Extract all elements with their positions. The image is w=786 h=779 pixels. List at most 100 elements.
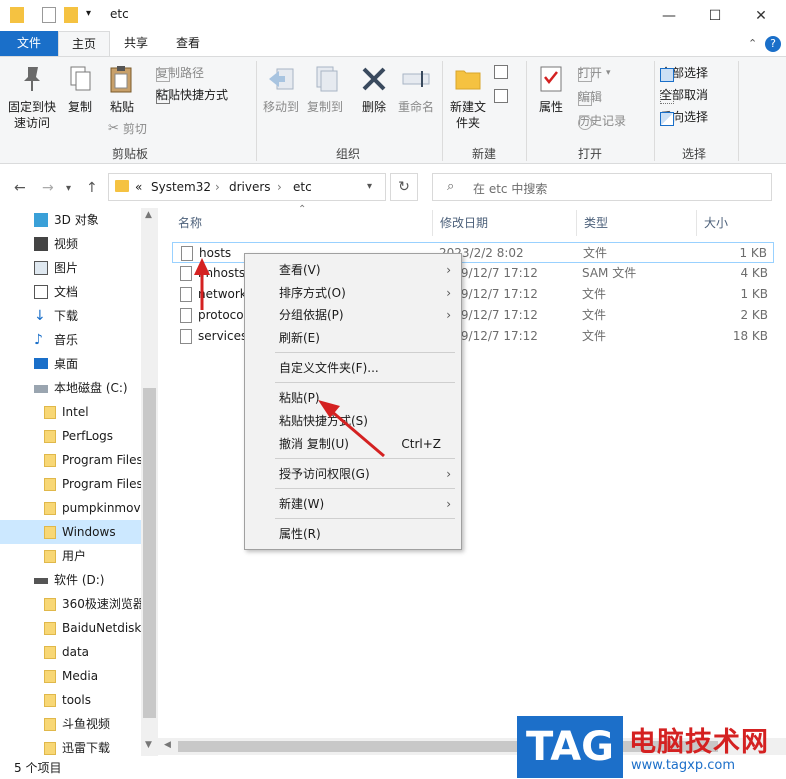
forward-arrow-icon[interactable]: → — [42, 180, 54, 196]
open-button[interactable]: 打开 ▾ — [578, 63, 611, 83]
sidebar-item-video[interactable]: 视频 — [0, 232, 141, 256]
sidebar-scrollbar[interactable]: ▲ ▼ — [141, 208, 158, 756]
file-type: 文件 — [582, 287, 607, 301]
move-to-button[interactable]: 移动到 — [260, 63, 302, 115]
sidebar-item-folder[interactable]: data — [0, 640, 141, 664]
menu-item-new[interactable]: 新建(W) › — [245, 493, 461, 515]
menu-item-group-by[interactable]: 分组依据(P) › — [245, 304, 461, 326]
sidebar-item-folder[interactable]: pumpkinmovi — [0, 496, 141, 520]
menu-item-view[interactable]: 查看(V) › — [245, 259, 461, 281]
scrollbar-thumb[interactable] — [143, 388, 156, 718]
sidebar-item-label: 文档 — [54, 285, 79, 299]
copy-path-button[interactable]: 复制路径 — [156, 63, 204, 83]
new-item-icon[interactable] — [494, 65, 508, 79]
sidebar-item-desktop[interactable]: 桌面 — [0, 352, 141, 376]
menu-item-undo-copy[interactable]: 撤消 复制(U) Ctrl+Z — [245, 433, 461, 455]
column-separator[interactable] — [432, 210, 433, 236]
properties-button[interactable]: 属性 — [530, 63, 572, 115]
column-header-size[interactable]: 大小 — [704, 214, 728, 231]
sidebar-item-downloads[interactable]: ↓ 下载 — [0, 304, 141, 328]
sidebar-item-folder[interactable]: PerfLogs — [0, 424, 141, 448]
edit-button[interactable]: 编辑 — [578, 87, 602, 107]
tab-view[interactable]: 查看 — [164, 31, 212, 56]
navigation-pane[interactable]: 3D 对象 视频 图片 文档 ↓ 下载 ♪ 音乐 桌面 本地磁盘 (C:) Inte… — [0, 208, 158, 756]
scroll-down-icon[interactable]: ▼ — [145, 740, 152, 750]
select-all-button[interactable]: 全部选择 — [660, 63, 708, 83]
refresh-button[interactable]: ↻ — [390, 173, 418, 201]
column-header-date[interactable]: 修改日期 — [440, 214, 488, 231]
sidebar-item-drive-d[interactable]: 软件 (D:) — [0, 568, 141, 592]
tab-file[interactable]: 文件 — [0, 31, 58, 56]
up-arrow-icon[interactable]: ↑ — [86, 180, 98, 196]
column-separator[interactable] — [576, 210, 577, 236]
address-dropdown-icon[interactable]: ▾ — [367, 181, 372, 192]
copy-button[interactable]: 复制 — [62, 63, 98, 115]
easy-access-icon[interactable] — [494, 89, 508, 103]
sidebar-item-folder[interactable]: BaiduNetdisk — [0, 616, 141, 640]
paste-shortcut-icon — [156, 90, 170, 104]
column-header-type[interactable]: 类型 — [584, 214, 608, 231]
minimize-button[interactable]: — — [646, 0, 692, 31]
sidebar-item-windows[interactable]: Windows — [0, 520, 141, 544]
sidebar-item-folder[interactable]: 迅雷下载 — [0, 736, 141, 756]
recent-locations-icon[interactable]: ▾ — [66, 183, 71, 194]
search-box[interactable]: ⌕ 在 etc 中搜索 — [432, 173, 772, 201]
copy-to-button[interactable]: 复制到 — [304, 63, 346, 115]
sidebar-item-documents[interactable]: 文档 — [0, 280, 141, 304]
sidebar-item-folder[interactable]: 斗鱼视频 — [0, 712, 141, 736]
tab-share[interactable]: 共享 — [112, 31, 160, 56]
folder-icon — [44, 478, 56, 491]
menu-item-label: 排序方式(O) — [279, 286, 346, 300]
paste-shortcut-button[interactable]: 粘贴快捷方式 — [156, 85, 228, 105]
sidebar-item-music[interactable]: ♪ 音乐 — [0, 328, 141, 352]
menu-item-sort-by[interactable]: 排序方式(O) › — [245, 282, 461, 304]
scroll-left-icon[interactable]: ◀ — [164, 740, 171, 750]
breadcrumb-etc[interactable]: etc — [293, 180, 312, 194]
menu-item-customize-folder[interactable]: 自定义文件夹(F)... — [245, 357, 461, 379]
column-separator[interactable] — [696, 210, 697, 236]
address-bar[interactable]: « System32 › drivers › etc ▾ — [108, 173, 386, 201]
maximize-button[interactable]: ☐ — [692, 0, 738, 31]
sidebar-item-drive-c[interactable]: 本地磁盘 (C:) — [0, 376, 141, 400]
back-arrow-icon[interactable]: ← — [14, 180, 26, 196]
quick-access-properties-icon[interactable] — [42, 7, 56, 23]
collapse-ribbon-icon[interactable]: ⌃ — [748, 37, 757, 50]
pin-quick-access-button[interactable]: 固定到快速访问 — [6, 63, 58, 131]
close-button[interactable]: ✕ — [738, 0, 784, 31]
menu-item-paste-shortcut[interactable]: 粘贴快捷方式(S) — [245, 410, 461, 432]
sidebar-item-folder[interactable]: Intel — [0, 400, 141, 424]
help-icon[interactable]: ? — [765, 36, 781, 52]
folder-icon — [115, 180, 129, 192]
customize-toolbar-icon[interactable]: ▾ — [86, 8, 96, 24]
paste-button[interactable]: 粘贴 — [104, 63, 140, 115]
open-group-label: 打开 — [577, 147, 602, 161]
history-button[interactable]: 历史记录 — [578, 111, 626, 131]
delete-button[interactable]: 删除 — [354, 63, 394, 115]
menu-item-properties[interactable]: 属性(R) — [245, 523, 461, 545]
invert-selection-button[interactable]: 反向选择 — [660, 107, 708, 127]
select-none-button[interactable]: 全部取消 — [660, 85, 708, 105]
breadcrumb-system32[interactable]: System32 — [151, 180, 211, 194]
sidebar-item-folder[interactable]: Media — [0, 664, 141, 688]
sidebar-item-folder[interactable]: Program Files — [0, 472, 141, 496]
breadcrumb-separator-icon[interactable]: › — [215, 180, 220, 194]
menu-item-give-access[interactable]: 授予访问权限(G) › — [245, 463, 461, 485]
breadcrumb-overflow[interactable]: « — [135, 180, 142, 194]
sidebar-item-folder[interactable]: Program Files — [0, 448, 141, 472]
quick-access-new-folder-icon[interactable] — [64, 7, 78, 23]
menu-item-paste[interactable]: 粘贴(P) — [245, 387, 461, 409]
menu-item-refresh[interactable]: 刷新(E) — [245, 327, 461, 349]
sidebar-item-folder[interactable]: tools — [0, 688, 141, 712]
rename-button[interactable]: 重命名 — [396, 63, 436, 115]
tab-home[interactable]: 主页 — [58, 31, 110, 56]
cut-button[interactable]: ✂ 剪切 — [108, 119, 147, 139]
column-header-name[interactable]: 名称 — [178, 214, 202, 231]
sidebar-item-pictures[interactable]: 图片 — [0, 256, 141, 280]
breadcrumb-drivers[interactable]: drivers — [229, 180, 271, 194]
sidebar-item-3d-objects[interactable]: 3D 对象 — [0, 208, 141, 232]
scroll-up-icon[interactable]: ▲ — [145, 210, 152, 220]
new-folder-button[interactable]: 新建文件夹 — [446, 63, 490, 131]
sidebar-item-folder[interactable]: 用户 — [0, 544, 141, 568]
breadcrumb-separator-icon[interactable]: › — [277, 180, 282, 194]
sidebar-item-folder[interactable]: 360极速浏览器 — [0, 592, 141, 616]
